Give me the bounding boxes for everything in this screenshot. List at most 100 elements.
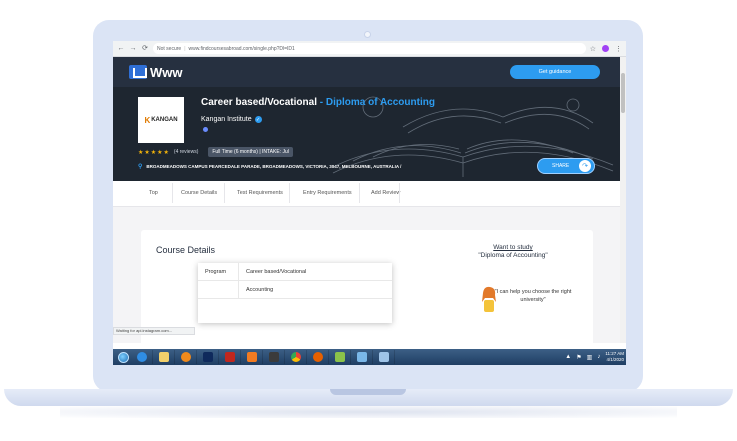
table-value: Accounting [246, 287, 274, 293]
taskbar-sublime[interactable] [263, 350, 285, 364]
course-details-card: Course Details Program Career based/Voca… [141, 230, 593, 343]
advisor-message: "I can help you choose the right univers… [494, 289, 572, 304]
webcam [364, 31, 371, 38]
cell-divider [238, 263, 239, 281]
taskbar-filezilla[interactable] [219, 350, 241, 364]
scrollbar-thumb[interactable] [621, 73, 625, 113]
taskbar-ie[interactable] [131, 350, 153, 364]
taskbar-photoshop[interactable] [197, 350, 219, 364]
tab-divider [224, 183, 225, 203]
remote-desktop-icon [378, 352, 389, 362]
table-value: Career based/Vocational [246, 269, 307, 275]
filezilla-icon [224, 352, 235, 362]
back-button[interactable]: ← [117, 41, 125, 57]
security-indicator[interactable]: Not secure [157, 46, 181, 52]
laptop-notch [330, 389, 406, 395]
windows-logo-icon [117, 351, 129, 363]
browser-status-bar: Waiting for api.instagram.com... [113, 327, 195, 335]
taskbar-explorer[interactable] [153, 350, 175, 364]
taskbar-notepad[interactable] [329, 350, 351, 364]
paint-icon [356, 352, 367, 362]
site-logo[interactable]: Www [129, 65, 183, 80]
course-tabs: Top Course Details Test Requirements Ent… [113, 181, 620, 207]
volume-icon[interactable]: ♪ [597, 354, 600, 360]
media-player-icon [180, 352, 191, 362]
institute-name[interactable]: Kangan Institute [201, 116, 252, 123]
rating-row: ★★★★★ (4 reviews) Full Time (6 months) |… [138, 147, 293, 157]
intake-badge: Full Time (6 months) | INTAKE: Jul [208, 147, 293, 157]
get-guidance-button[interactable]: Get guidance [510, 65, 600, 79]
clock-date: 4/1/2020 [606, 357, 624, 362]
chrome-icon [290, 352, 301, 362]
table-row: Program Career based/Vocational [198, 263, 392, 281]
course-name: Diploma of Accounting [325, 97, 435, 108]
address-bar[interactable]: Not secure | www.findcoursesabroad.com/s… [153, 43, 586, 54]
web-page: Www Get guidance K KANGAN Career based/V… [113, 57, 620, 343]
site-header: Www Get guidance [113, 57, 620, 87]
taskbar-firefox[interactable] [307, 350, 329, 364]
browser-menu-icon[interactable]: ⋮ [615, 45, 622, 53]
location-pin-icon: ⚲ [138, 164, 143, 170]
taskbar-remote[interactable] [373, 350, 395, 364]
campus-address: ⚲ BROADMEADOWS CAMPUS PEARCEDALE PARADE,… [138, 163, 401, 170]
photoshop-icon [202, 352, 213, 362]
profile-avatar[interactable] [602, 45, 609, 52]
institute-logo: K KANGAN [138, 97, 184, 143]
taskbar-paint[interactable] [351, 350, 373, 364]
page-scrollbar[interactable] [620, 57, 626, 343]
share-arrow-icon: ↷ [579, 160, 591, 172]
tab-add-review[interactable]: Add Review [371, 190, 400, 196]
url-text: www.findcoursesabroad.com/single.php?Dl=… [188, 45, 295, 52]
course-details-table: Program Career based/Vocational Accounti… [198, 263, 392, 323]
windows-taskbar: ▲ ⚑ ▥ ♪ 11:27 AM 4/1/2020 [113, 349, 626, 365]
cell-divider [238, 281, 239, 299]
notepad-icon [334, 352, 345, 362]
system-tray: ▲ ⚑ ▥ ♪ 11:27 AM 4/1/2020 [565, 349, 626, 365]
star-rating-icon: ★★★★★ [138, 149, 170, 156]
network-icon[interactable]: ▥ [587, 354, 593, 361]
tab-entry-requirements[interactable]: Entry Requirements [303, 190, 352, 196]
share-label: SHARE [552, 163, 570, 169]
info-icon [203, 127, 208, 132]
table-key: Program [205, 269, 227, 275]
tab-divider [289, 183, 290, 203]
laptop-shadow [60, 406, 677, 418]
taskbar-media[interactable] [175, 350, 197, 364]
tab-top[interactable]: Top [149, 190, 158, 196]
taskbar-xampp[interactable] [241, 350, 263, 364]
course-title: Career based/Vocational - Diploma of Acc… [201, 97, 435, 108]
screen: ← → ⟳ Not secure | www.findcoursesabroad… [113, 41, 626, 365]
forward-button[interactable]: → [129, 41, 137, 57]
tab-test-requirements[interactable]: Test Requirements [237, 190, 283, 196]
course-category: Career based/Vocational [201, 97, 317, 108]
course-details-heading: Course Details [156, 245, 216, 255]
bookmark-star-icon[interactable]: ☆ [590, 45, 596, 53]
sublime-text-icon [268, 352, 279, 362]
folder-icon [158, 352, 169, 362]
tab-divider [399, 183, 400, 203]
want-to-study-link[interactable]: Want to study [463, 244, 563, 251]
clock[interactable]: 11:27 AM 4/1/2020 [605, 351, 624, 363]
browser-toolbar: ← → ⟳ Not secure | www.findcoursesabroad… [113, 41, 626, 57]
title-separator: - [316, 97, 326, 108]
tab-divider [359, 183, 360, 203]
start-button[interactable] [115, 350, 131, 364]
taskbar-chrome[interactable] [285, 350, 307, 364]
laptop-mockup: ← → ⟳ Not secure | www.findcoursesabroad… [0, 0, 737, 441]
share-button[interactable]: SHARE ↷ [537, 158, 595, 174]
tab-course-details[interactable]: Course Details [181, 190, 217, 196]
study-cta: Want to study "Diploma of Accounting" [463, 244, 563, 259]
review-count[interactable]: (4 reviews) [174, 149, 198, 155]
address-text: BROADMEADOWS CAMPUS PEARCEDALE PARADE, B… [146, 164, 402, 169]
table-row: Accounting [198, 281, 392, 299]
verified-check-icon: ✓ [254, 116, 262, 123]
tab-divider [172, 183, 173, 203]
course-hero: K KANGAN Career based/Vocational - Diplo… [113, 87, 620, 181]
flag-icon[interactable]: ⚑ [576, 354, 581, 361]
institute-name-row: Kangan Institute ✓ [201, 116, 262, 123]
reload-button[interactable]: ⟳ [141, 41, 149, 57]
browser-actions: ☆ ⋮ [590, 45, 622, 53]
xampp-icon [246, 352, 257, 362]
book-logo-icon [129, 65, 147, 79]
show-hidden-icon[interactable]: ▲ [565, 354, 571, 360]
